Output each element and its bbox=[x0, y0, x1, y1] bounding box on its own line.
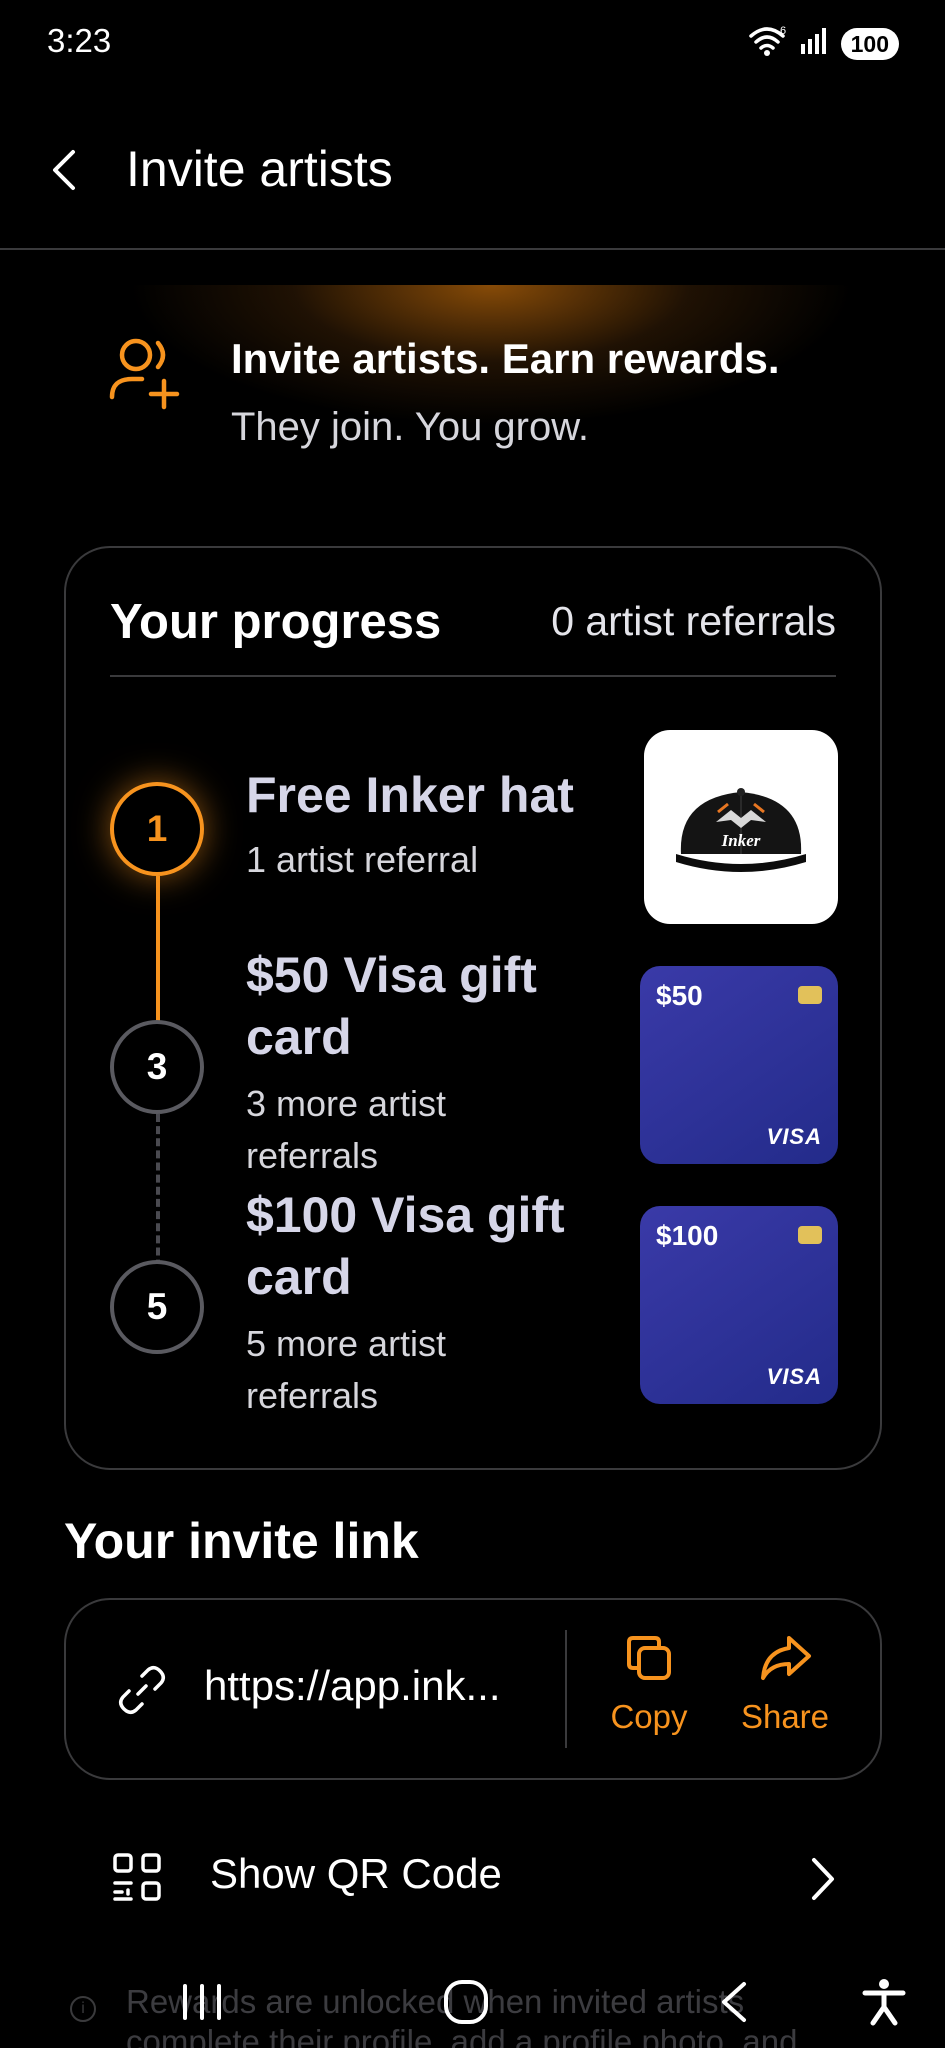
copy-icon bbox=[627, 1636, 671, 1680]
card-chip-icon bbox=[798, 1226, 822, 1244]
system-nav-bar bbox=[0, 1952, 945, 2048]
hat-image: Inker bbox=[644, 730, 838, 924]
share-icon bbox=[761, 1636, 811, 1680]
hero-title: Invite artists. Earn rewards. bbox=[231, 335, 780, 382]
accessibility-icon bbox=[862, 1979, 906, 2026]
gift-card-amount: $50 bbox=[656, 980, 703, 1011]
card-chip-icon bbox=[798, 986, 822, 1004]
back-nav-button[interactable] bbox=[694, 1962, 774, 2042]
share-button[interactable]: Share bbox=[730, 1630, 840, 1736]
app-header: Invite artists bbox=[0, 110, 945, 250]
reward-title: $100 Visa gift card bbox=[246, 1187, 565, 1305]
hero-banner: Invite artists. Earn rewards. They join.… bbox=[70, 285, 880, 495]
invite-link-url[interactable]: https://app.ink... bbox=[204, 1662, 514, 1710]
reward-title: $50 Visa gift card bbox=[246, 947, 537, 1065]
referral-count: 0 artist referrals bbox=[551, 598, 836, 644]
add-user-icon bbox=[109, 338, 180, 410]
link-icon bbox=[119, 1666, 165, 1714]
back-icon bbox=[722, 1982, 746, 2022]
svg-text:6: 6 bbox=[780, 25, 786, 37]
chevron-left-icon bbox=[53, 150, 75, 190]
share-label: Share bbox=[740, 1698, 830, 1735]
wifi-icon: 6 bbox=[747, 24, 787, 63]
signal-icon bbox=[799, 26, 829, 61]
svg-text:Inker: Inker bbox=[721, 831, 761, 850]
visa-logo: VISA bbox=[766, 1124, 822, 1149]
progress-title: Your progress bbox=[110, 595, 442, 649]
reward-subtitle: 5 more artist referrals bbox=[246, 1323, 447, 1416]
qr-code-icon bbox=[113, 1853, 161, 1901]
step-number-1: 1 bbox=[110, 782, 204, 876]
recent-apps-button[interactable] bbox=[162, 1962, 242, 2042]
visa-gift-card-50: $50 VISA bbox=[640, 966, 838, 1164]
status-time: 3:23 bbox=[47, 22, 112, 59]
home-icon bbox=[444, 1980, 488, 2024]
copy-button[interactable]: Copy bbox=[594, 1630, 704, 1736]
visa-gift-card-100: $100 VISA bbox=[640, 1206, 838, 1404]
back-button[interactable] bbox=[40, 140, 88, 200]
battery-indicator: 100 bbox=[840, 27, 899, 60]
home-button[interactable] bbox=[426, 1962, 506, 2042]
progress-card: Your progress 0 artist referrals 1 Free … bbox=[64, 546, 882, 1470]
invite-link-title: Your invite link bbox=[64, 1513, 419, 1569]
reward-subtitle: 3 more artist referrals bbox=[246, 1083, 447, 1176]
status-bar: 3:23 6 100 bbox=[0, 0, 945, 90]
copy-label: Copy bbox=[610, 1698, 688, 1735]
recent-apps-icon bbox=[183, 1984, 221, 2020]
reward-subtitle: 1 artist referral bbox=[246, 839, 479, 880]
divider bbox=[565, 1630, 567, 1748]
accessibility-button[interactable] bbox=[844, 1962, 924, 2042]
chevron-right-icon bbox=[812, 1858, 834, 1900]
step-number-5: 5 bbox=[110, 1260, 204, 1354]
hero-subtitle: They join. You grow. bbox=[231, 405, 590, 449]
reward-title: Free Inker hat bbox=[246, 767, 574, 823]
gift-card-amount: $100 bbox=[656, 1220, 719, 1251]
page-title: Invite artists bbox=[126, 141, 393, 197]
invite-link-card: https://app.ink... Copy Share bbox=[64, 1598, 882, 1780]
show-qr-code-row[interactable]: Show QR Code bbox=[64, 1840, 882, 1920]
status-icons: 6 100 bbox=[747, 24, 899, 63]
visa-logo: VISA bbox=[766, 1364, 822, 1389]
show-qr-code-label: Show QR Code bbox=[210, 1850, 502, 1897]
divider bbox=[110, 675, 836, 677]
step-number-3: 3 bbox=[110, 1020, 204, 1114]
